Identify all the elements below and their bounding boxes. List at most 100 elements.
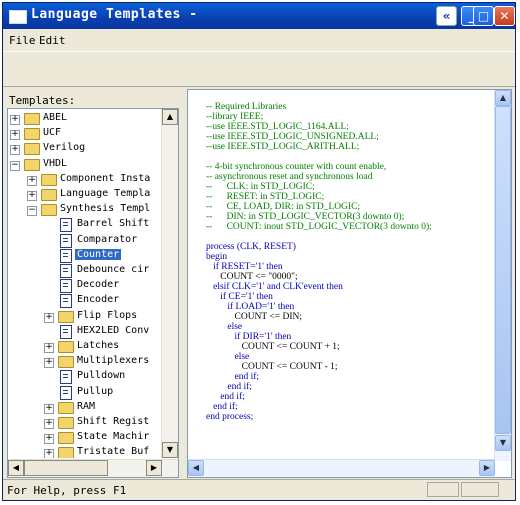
tree-item[interactable]: + State Machir xyxy=(8,430,163,446)
file-icon xyxy=(60,294,72,309)
code-line: -- CLK: in STD_LOGIC; xyxy=(206,182,315,192)
tree-item[interactable]: + RAM xyxy=(8,400,163,416)
file-icon xyxy=(60,370,72,385)
close-icon: ✕ xyxy=(499,9,510,23)
tree-item[interactable]: + Language Templa xyxy=(8,187,163,203)
folder-icon xyxy=(24,113,40,125)
tree-item-label: Multiplexers xyxy=(77,355,150,367)
tree-item[interactable]: Encoder xyxy=(8,293,163,309)
code-vertical-scrollbar[interactable]: ▲ ▼ xyxy=(494,90,511,461)
folder-icon xyxy=(24,143,40,156)
tree-vertical-scrollbar[interactable]: ▲ ▼ xyxy=(161,109,178,458)
code-line: -- CE, LOAD, DIR: in STD_LOGIC; xyxy=(206,202,361,212)
collapse-icon[interactable]: − xyxy=(10,160,20,171)
menu-edit[interactable]: Edit xyxy=(39,34,66,47)
tree-item[interactable]: + Verilog xyxy=(8,141,163,157)
folder-icon xyxy=(58,310,74,323)
tree-item[interactable]: + UCF xyxy=(8,126,163,142)
tree-scroll-thumb[interactable] xyxy=(24,460,108,476)
code-scroll-right-button[interactable]: ▶ xyxy=(479,460,495,476)
tree-item-label: Verilog xyxy=(43,142,86,154)
tree-item-label: Debounce cir xyxy=(77,264,150,275)
expand-icon[interactable]: + xyxy=(27,175,37,186)
expand-icon[interactable]: + xyxy=(44,343,54,353)
tree-item-label: ABEL xyxy=(43,112,68,123)
tree-item[interactable]: Counter xyxy=(8,248,163,264)
tree-item[interactable]: + Tristate Buf xyxy=(8,445,163,458)
templates-tree-box: + ABEL + UCF + Verilog − VHDL + Component Insta + L… xyxy=(7,108,179,478)
code-pane[interactable]: -- Required Libraries --library IEEE; --us… xyxy=(187,89,512,478)
code-scroll-down-button[interactable]: ▼ xyxy=(495,435,511,451)
code-line: --library IEEE; xyxy=(206,112,264,122)
maximize-icon: □ xyxy=(477,9,490,23)
tree-item-label: VHDL xyxy=(43,157,68,169)
expand-icon[interactable]: + xyxy=(44,449,54,458)
folder-icon xyxy=(24,128,40,141)
tree-item[interactable]: + ABEL xyxy=(8,111,163,127)
code-line: elsif CLK='1' and CLK'event then xyxy=(206,282,343,292)
tree-scroll-down-button[interactable]: ▼ xyxy=(162,442,178,458)
code-line: end process; xyxy=(206,412,254,422)
maximize-button[interactable]: □ xyxy=(473,6,494,26)
expand-icon[interactable]: + xyxy=(44,419,54,429)
window-title: Language Templates - xyxy=(31,7,198,22)
language-templates-window: Language Templates - « _ □ ✕ File Edit T… xyxy=(2,2,516,501)
tree-item[interactable]: Debounce cir xyxy=(8,263,163,279)
expand-icon[interactable]: + xyxy=(44,434,54,445)
tree-horizontal-scrollbar[interactable]: ◀ ▶ xyxy=(8,459,178,477)
tree-item[interactable]: + Flip Flops xyxy=(8,309,163,325)
code-line: -- RESET: in STD_LOGIC; xyxy=(206,192,325,202)
tree-scroll-left-button[interactable]: ◀ xyxy=(8,460,24,476)
tree-item-label: Tristate Buf xyxy=(77,446,150,458)
tree-item[interactable]: HEX2LED Conv xyxy=(8,324,163,340)
code-line: -- 4-bit synchronous counter with count … xyxy=(206,162,387,172)
code-line: -- asynchronous reset and synchronous lo… xyxy=(206,172,373,182)
folder-icon xyxy=(58,356,74,369)
menu-file[interactable]: File xyxy=(9,34,36,47)
templates-tree[interactable]: + ABEL + UCF + Verilog − VHDL + Component Insta + L… xyxy=(8,109,163,458)
code-horizontal-scrollbar[interactable]: ◀ ▶ xyxy=(188,459,495,477)
code-scroll-up-button[interactable]: ▲ xyxy=(495,90,511,106)
help-button[interactable]: « xyxy=(436,6,457,26)
tree-scroll-right-button[interactable]: ▶ xyxy=(146,460,162,476)
tree-item-label: Component Insta xyxy=(60,172,151,184)
expand-icon[interactable]: + xyxy=(10,115,20,125)
tree-item[interactable]: − VHDL xyxy=(8,157,163,173)
tree-item-label: Barrel Shift xyxy=(77,218,150,230)
tree-item[interactable]: Pulldown xyxy=(8,369,163,385)
file-icon xyxy=(60,233,72,248)
tree-item[interactable]: + Multiplexers xyxy=(8,354,163,370)
code-line: end if; xyxy=(206,382,252,392)
collapse-icon[interactable]: − xyxy=(27,206,37,217)
code-line: --use IEEE.STD_LOGIC_1164.ALL; xyxy=(206,122,349,132)
code-scroll-thumb[interactable] xyxy=(495,106,511,434)
close-button[interactable]: ✕ xyxy=(494,6,515,26)
tree-scroll-up-button[interactable]: ▲ xyxy=(162,109,178,125)
expand-icon[interactable]: + xyxy=(10,130,20,141)
code-scroll-left-button[interactable]: ◀ xyxy=(188,460,204,476)
tree-item[interactable]: Barrel Shift xyxy=(8,217,163,233)
help-icon: « xyxy=(442,9,451,23)
status-panel-1 xyxy=(427,482,459,497)
code-line: if CE='1' then xyxy=(206,292,273,302)
folder-icon xyxy=(58,341,74,353)
tree-item[interactable]: Pullup xyxy=(8,385,163,401)
expand-icon[interactable]: + xyxy=(10,145,20,156)
expand-icon[interactable]: + xyxy=(44,403,54,414)
expand-icon[interactable]: + xyxy=(44,312,54,323)
tree-item[interactable]: Decoder xyxy=(8,278,163,294)
code-line: else xyxy=(206,352,250,362)
title-bar[interactable]: Language Templates - « _ □ ✕ xyxy=(3,3,515,29)
tree-item[interactable]: + Latches xyxy=(8,339,163,355)
tree-item[interactable]: − Synthesis Templ xyxy=(8,202,163,218)
tree-item[interactable]: Comparator xyxy=(8,233,163,249)
expand-icon[interactable]: + xyxy=(27,191,37,201)
code-line: -- COUNT: inout STD_LOGIC_VECTOR(3 downt… xyxy=(206,222,432,232)
tree-item-label: HEX2LED Conv xyxy=(77,324,150,336)
code-editor[interactable]: -- Required Libraries --library IEEE; --us… xyxy=(206,102,496,460)
menu-bar: File Edit xyxy=(3,30,515,50)
folder-icon xyxy=(58,417,74,429)
tree-item[interactable]: + Component Insta xyxy=(8,172,163,188)
tree-item[interactable]: + Shift Regist xyxy=(8,415,163,431)
expand-icon[interactable]: + xyxy=(44,358,54,369)
